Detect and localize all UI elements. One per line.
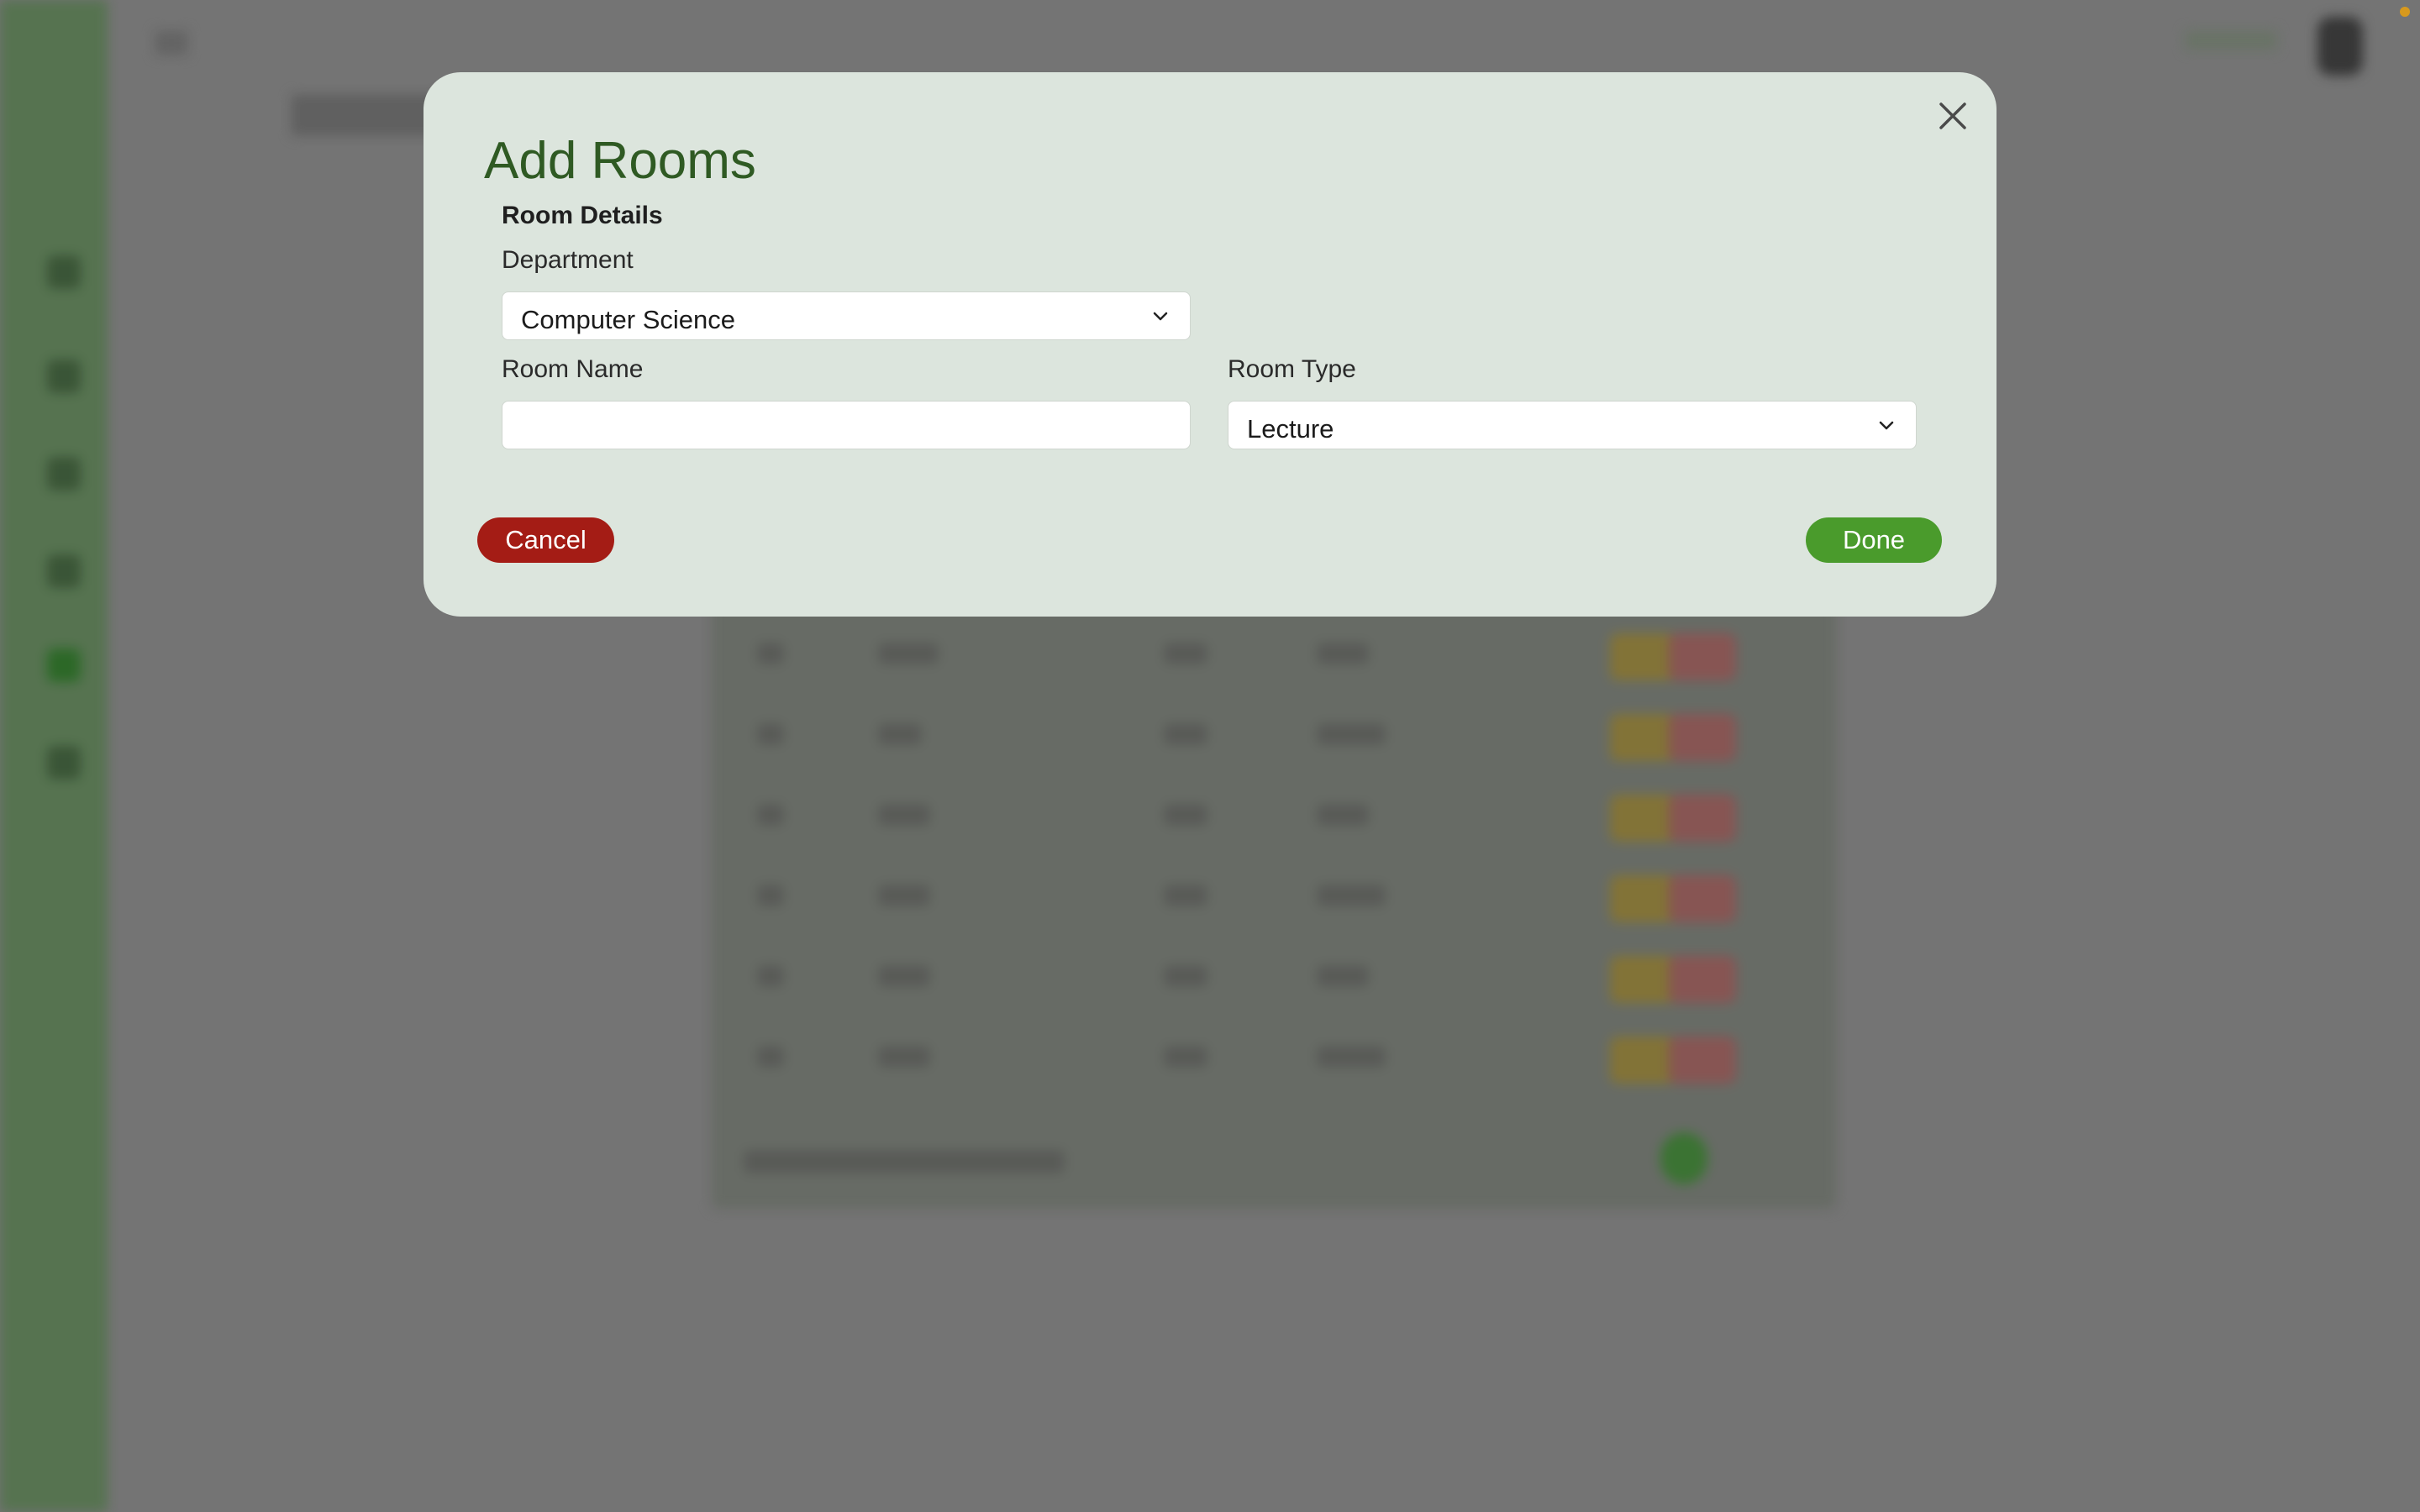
close-icon [1939,102,1966,129]
done-button[interactable]: Done [1806,517,1942,563]
room-name-label: Room Name [502,355,644,383]
chevron-down-icon [1153,312,1168,321]
modal-title: Add Rooms [484,132,756,190]
cancel-button[interactable]: Cancel [477,517,614,563]
room-type-value: Lecture [1247,414,1334,444]
department-label: Department [502,246,634,274]
section-title: Room Details [502,202,663,229]
room-type-label: Room Type [1228,355,1356,383]
department-select[interactable]: Computer Science [502,291,1191,340]
room-name-input[interactable] [502,401,1191,449]
chevron-down-icon [1879,421,1894,430]
close-button[interactable] [1933,96,1973,136]
room-type-select[interactable]: Lecture [1228,401,1917,449]
department-value: Computer Science [521,305,736,334]
